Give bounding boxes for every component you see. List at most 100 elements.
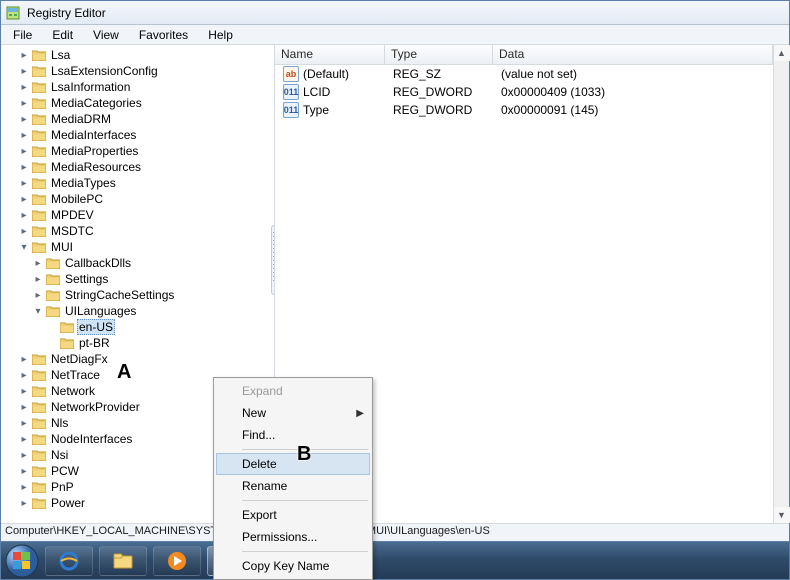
expand-icon[interactable]: ▸ [17,447,31,463]
tree-node[interactable]: ▸ Settings [3,271,180,287]
list-row[interactable]: ab(Default)REG_SZ(value not set) [275,65,773,83]
tree-node[interactable]: ▸ NetworkProvider [3,399,180,415]
tree-node-label: Nls [49,416,70,430]
expand-icon[interactable]: ▸ [31,255,45,271]
tree-node[interactable]: ▾ UILanguages [3,303,180,319]
expand-icon[interactable]: ▸ [17,207,31,223]
tree-node[interactable]: ▸ LsaInformation [3,79,180,95]
tree-node-label: MSDTC [49,224,96,238]
tree-node[interactable]: ▸ MediaInterfaces [3,127,180,143]
expand-icon[interactable]: ▸ [17,223,31,239]
context-menu-item[interactable]: Delete [216,453,370,475]
scroll-up-icon[interactable]: ▲ [774,45,790,61]
taskbar [1,541,789,579]
tree-node[interactable]: ▸ CallbackDlls [3,255,180,271]
value-type: REG_DWORD [387,103,495,117]
expand-icon[interactable]: ▸ [17,463,31,479]
expand-icon[interactable]: ▸ [31,271,45,287]
expand-icon[interactable]: ▸ [17,399,31,415]
tree-node[interactable]: en-US [3,319,180,335]
menu-favorites[interactable]: Favorites [129,26,198,44]
tree-node[interactable]: ▸ LsaExtensionConfig [3,63,180,79]
collapse-icon[interactable]: ▾ [31,303,45,319]
scroll-down-icon[interactable]: ▼ [774,507,790,523]
expand-icon[interactable]: ▸ [17,431,31,447]
collapse-icon[interactable]: ▾ [17,239,31,255]
tree-node[interactable]: ▸ MobilePC [3,191,180,207]
tree-node[interactable]: ▸ Network [3,383,180,399]
tree-node[interactable]: ▸ MediaResources [3,159,180,175]
folder-icon [31,223,47,239]
context-menu-item[interactable]: Permissions... [216,526,370,548]
value-type: REG_DWORD [387,85,495,99]
expand-icon[interactable]: ▸ [17,47,31,63]
expand-icon[interactable]: ▸ [17,159,31,175]
tree-node[interactable]: ▸ Power [3,495,180,511]
col-data[interactable]: Data [493,45,773,64]
tree-node[interactable]: ▸ NodeInterfaces [3,431,180,447]
folder-icon [59,319,75,335]
expand-icon[interactable]: ▸ [17,351,31,367]
tree-node[interactable]: ▸ MPDEV [3,207,180,223]
window-frame: Registry Editor File Edit View Favorites… [0,0,790,580]
expand-icon[interactable]: ▸ [17,191,31,207]
expand-icon[interactable]: ▸ [17,367,31,383]
context-menu-item[interactable]: Copy Key Name [216,555,370,577]
expand-icon[interactable]: ▸ [17,79,31,95]
context-menu-item[interactable]: New▶ [216,402,370,424]
tree-node[interactable]: ▸ Nls [3,415,180,431]
tree-node-label: MediaInterfaces [49,128,138,142]
folder-icon [31,207,47,223]
expand-icon[interactable]: ▸ [17,143,31,159]
expand-icon[interactable]: ▸ [31,287,45,303]
menu-help[interactable]: Help [198,26,243,44]
taskbar-explorer[interactable] [99,546,147,576]
expand-icon[interactable]: ▸ [17,127,31,143]
menu-file[interactable]: File [3,26,42,44]
tree-node[interactable]: ▸ StringCacheSettings [3,287,180,303]
titlebar[interactable]: Registry Editor [1,1,789,25]
tree-node[interactable]: ▸ Nsi [3,447,180,463]
tree-node[interactable]: ▸ PnP [3,479,180,495]
expand-icon[interactable]: ▸ [17,95,31,111]
list-row[interactable]: 011TypeREG_DWORD0x00000091 (145) [275,101,773,119]
tree-node[interactable]: pt-BR [3,335,180,351]
folder-icon [45,271,61,287]
expand-icon[interactable]: ▸ [17,63,31,79]
expand-icon[interactable]: ▸ [17,111,31,127]
context-menu-item-label: Delete [242,457,277,471]
context-menu-item[interactable]: Export [216,504,370,526]
folder-icon [31,175,47,191]
expand-icon[interactable]: ▸ [17,495,31,511]
context-menu: ExpandNew▶Find...DeleteRenameExportPermi… [213,377,373,580]
start-button[interactable] [5,544,39,578]
list-row[interactable]: 011LCIDREG_DWORD0x00000409 (1033) [275,83,773,101]
taskbar-wmplayer[interactable] [153,546,201,576]
vertical-scrollbar[interactable]: ▲ ▼ [773,45,789,523]
tree-node[interactable]: ▸ NetTrace [3,367,180,383]
tree-node[interactable]: ▸ MediaCategories [3,95,180,111]
tree-node[interactable]: ▸ Lsa [3,47,180,63]
menu-view[interactable]: View [83,26,129,44]
expand-icon[interactable]: ▸ [17,383,31,399]
context-menu-item[interactable]: Rename [216,475,370,497]
tree-node[interactable]: ▾ MUI [3,239,180,255]
list-header[interactable]: Name Type Data [275,45,773,65]
tree-node[interactable]: ▸ PCW [3,463,180,479]
folder-icon [31,383,47,399]
expand-icon[interactable]: ▸ [17,479,31,495]
expand-icon[interactable]: ▸ [17,415,31,431]
taskbar-ie[interactable] [45,546,93,576]
expand-icon[interactable]: ▸ [17,175,31,191]
tree-node[interactable]: ▸ MediaTypes [3,175,180,191]
menu-edit[interactable]: Edit [42,26,83,44]
tree-node[interactable]: ▸ MSDTC [3,223,180,239]
col-name[interactable]: Name [275,45,385,64]
context-menu-item[interactable]: Find... [216,424,370,446]
tree-node[interactable]: ▸ MediaDRM [3,111,180,127]
string-value-icon: ab [283,66,299,82]
folder-icon [31,415,47,431]
col-type[interactable]: Type [385,45,493,64]
tree-node[interactable]: ▸ MediaProperties [3,143,180,159]
tree-node[interactable]: ▸ NetDiagFx [3,351,180,367]
